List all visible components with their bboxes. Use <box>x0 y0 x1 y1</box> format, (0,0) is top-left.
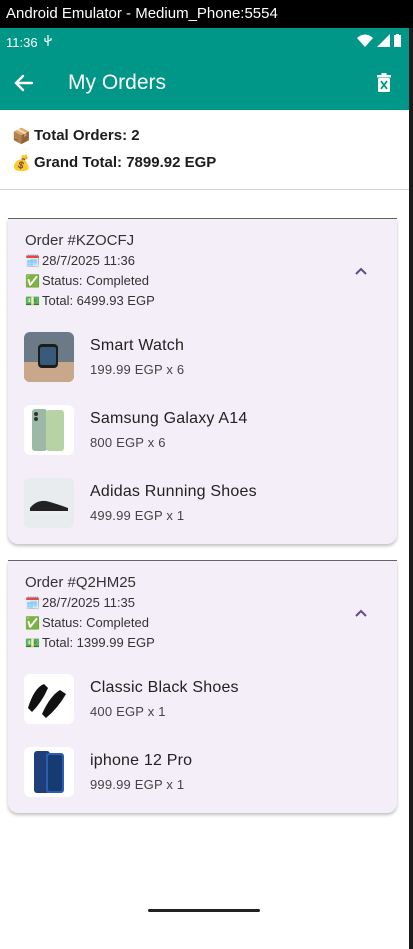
order-id: Order #Q2HM25 <box>25 574 136 591</box>
item-price: 400 EGP x 1 <box>90 703 166 719</box>
package-icon: 📦 <box>12 127 31 145</box>
emulator-window-title: Android Emulator - Medium_Phone:5554 <box>0 0 413 28</box>
orders-list: Order #KZOCFJ 🗓️ 28/7/2025 11:36 ✅ Status:… <box>0 190 409 813</box>
order-status: Status: Completed <box>42 273 149 288</box>
signal-icon <box>377 34 390 50</box>
item-price: 499.99 EGP x 1 <box>90 507 185 523</box>
item-name: Classic Black Shoes <box>90 678 239 696</box>
emulator-frame-edge <box>409 28 413 949</box>
total-orders-row: 📦 Total Orders: 2 <box>12 122 397 149</box>
status-bar: 11:36 <box>0 28 409 56</box>
order-id: Order #KZOCFJ <box>25 232 135 249</box>
grand-total-row: 💰 Grand Total: 7899.92 EGP <box>12 149 397 176</box>
order-item: Smart Watch 199.99 EGP x 6 <box>8 320 397 393</box>
running-shoes-image <box>24 477 74 528</box>
order-date: 28/7/2025 11:36 <box>42 253 136 268</box>
delete-icon[interactable] <box>369 68 399 98</box>
chevron-up-icon[interactable] <box>349 259 373 283</box>
item-name: Smart Watch <box>90 336 185 354</box>
item-name: Adidas Running Shoes <box>90 482 257 500</box>
calendar-icon: 🗓️ <box>25 596 40 610</box>
app-bar: My Orders <box>0 56 409 110</box>
usb-icon <box>43 35 52 49</box>
status-time: 11:36 <box>6 34 38 50</box>
calendar-icon: 🗓️ <box>25 254 40 268</box>
money-bag-icon: 💰 <box>12 154 31 172</box>
order-card[interactable]: Order #Q2HM25 🗓️ 28/7/2025 11:35 ✅ Status:… <box>8 561 397 813</box>
order-header[interactable]: Order #KZOCFJ 🗓️ 28/7/2025 11:36 ✅ Status:… <box>8 219 397 311</box>
order-item: Samsung Galaxy A14 800 EGP x 6 <box>8 393 397 466</box>
cash-icon: 💵 <box>25 636 40 650</box>
galaxy-a14-image <box>24 404 74 455</box>
item-name: iphone 12 Pro <box>90 751 193 769</box>
back-arrow-icon[interactable] <box>0 59 48 107</box>
order-item: Adidas Running Shoes 499.99 EGP x 1 <box>8 466 397 539</box>
order-status: Status: Completed <box>42 615 149 630</box>
item-price: 199.99 EGP x 6 <box>90 361 185 377</box>
page-title: My Orders <box>68 71 167 94</box>
order-total: Total: 1399.99 EGP <box>42 635 155 650</box>
order-date: 28/7/2025 11:35 <box>42 595 136 610</box>
orders-summary: 📦 Total Orders: 2 💰 Grand Total: 7899.92… <box>0 110 409 190</box>
gesture-nav-bar[interactable] <box>148 909 260 912</box>
iphone-image <box>24 746 74 797</box>
item-price: 800 EGP x 6 <box>90 434 166 450</box>
item-price: 999.99 EGP x 1 <box>90 776 185 792</box>
order-total: Total: 6499.93 EGP <box>42 293 155 308</box>
black-shoes-image <box>24 673 74 724</box>
check-icon: ✅ <box>25 616 40 630</box>
wifi-icon <box>357 34 373 50</box>
order-card[interactable]: Order #KZOCFJ 🗓️ 28/7/2025 11:36 ✅ Status:… <box>8 219 397 544</box>
cash-icon: 💵 <box>25 294 40 308</box>
order-header[interactable]: Order #Q2HM25 🗓️ 28/7/2025 11:35 ✅ Status:… <box>8 561 397 653</box>
phone-screen: 11:36 My Orders 📦 Total Orders: 2 💰 Gran… <box>0 28 409 949</box>
battery-icon <box>394 34 401 50</box>
smart-watch-image <box>24 331 74 382</box>
item-name: Samsung Galaxy A14 <box>90 409 248 427</box>
chevron-up-icon[interactable] <box>349 601 373 625</box>
order-item: Classic Black Shoes 400 EGP x 1 <box>8 662 397 735</box>
total-orders-text: Total Orders: 2 <box>34 127 140 144</box>
check-icon: ✅ <box>25 274 40 288</box>
order-item: iphone 12 Pro 999.99 EGP x 1 <box>8 735 397 808</box>
grand-total-text: Grand Total: 7899.92 EGP <box>34 154 217 171</box>
